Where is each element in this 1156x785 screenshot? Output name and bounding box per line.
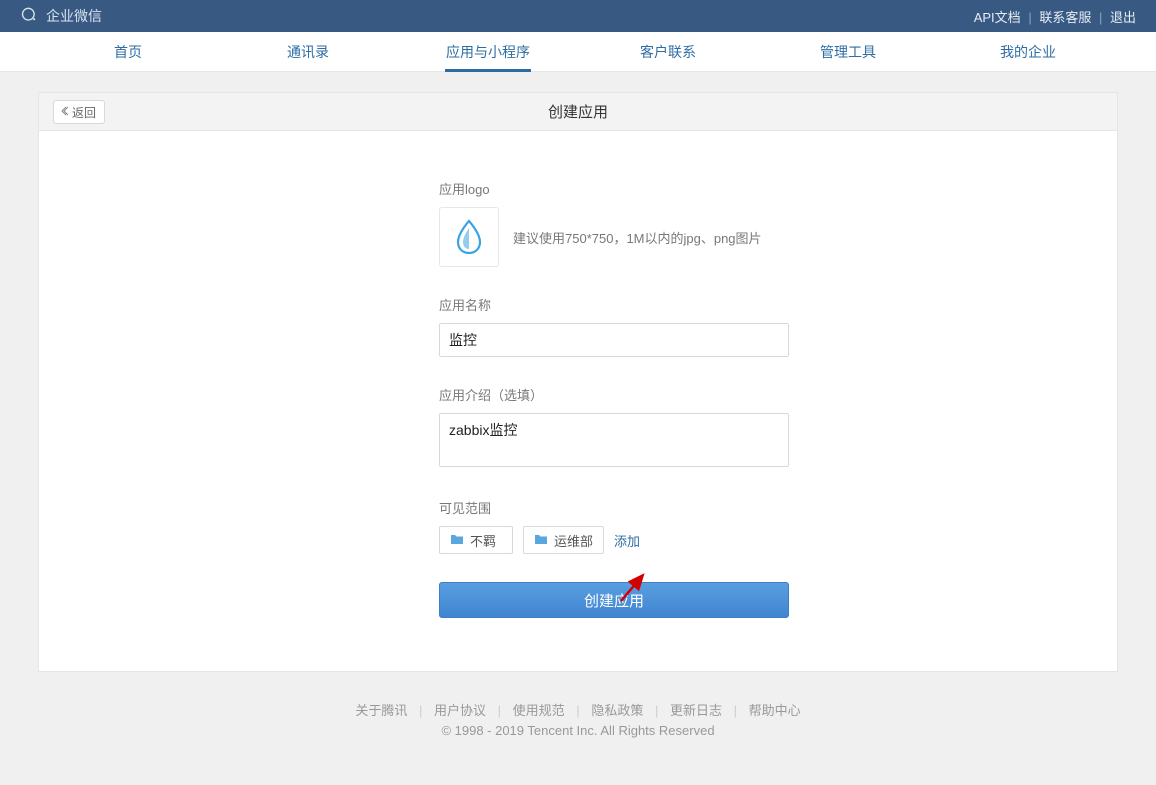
footer-links: 关于腾讯 | 用户协议 | 使用规范 | 隐私政策 | 更新日志 | 帮助中心: [38, 700, 1118, 719]
field-app-name: 应用名称: [439, 295, 789, 357]
folder-icon: [450, 533, 464, 548]
tab-home[interactable]: 首页: [38, 32, 218, 71]
chevron-left-icon: [60, 105, 70, 119]
footer-link-agreement[interactable]: 用户协议: [434, 703, 486, 718]
brand-name: 企业微信: [46, 6, 102, 26]
tab-admin[interactable]: 管理工具: [758, 32, 938, 71]
scope-item-0[interactable]: 不羁: [439, 526, 513, 554]
brand-logo-icon: [20, 5, 40, 28]
page-wrap: 返回 创建应用 应用logo 建议使用750*750，1M以内的: [38, 92, 1118, 768]
back-button[interactable]: 返回: [53, 100, 105, 124]
separator: |: [498, 703, 501, 718]
field-scope: 可见范围 不羁 运维部 添加: [439, 498, 789, 554]
tab-apps[interactable]: 应用与小程序: [398, 32, 578, 71]
footer-link-about[interactable]: 关于腾讯: [355, 703, 407, 718]
separator: |: [576, 703, 579, 718]
create-app-button[interactable]: 创建应用: [439, 582, 789, 618]
form-card: 应用logo 建议使用750*750，1M以内的jpg、png图片 应用名: [38, 130, 1118, 672]
scope-item-label: 运维部: [554, 531, 593, 550]
folder-icon: [534, 533, 548, 548]
app-name-label: 应用名称: [439, 295, 789, 314]
brand: 企业微信: [20, 5, 102, 28]
footer-copyright: © 1998 - 2019 Tencent Inc. All Rights Re…: [38, 723, 1118, 738]
app-logo-label: 应用logo: [439, 179, 789, 198]
page-title: 创建应用: [548, 101, 608, 122]
page-footer: 关于腾讯 | 用户协议 | 使用规范 | 隐私政策 | 更新日志 | 帮助中心 …: [38, 700, 1118, 768]
tab-mycompany[interactable]: 我的企业: [938, 32, 1118, 71]
footer-link-usage[interactable]: 使用规范: [513, 703, 565, 718]
app-logo-upload[interactable]: [439, 207, 499, 267]
top-links: API文档 | 联系客服 | 退出: [974, 7, 1136, 26]
drop-icon: [454, 218, 484, 257]
app-desc-label: 应用介绍（选填）: [439, 385, 789, 404]
footer-link-privacy[interactable]: 隐私政策: [591, 703, 643, 718]
separator: |: [655, 703, 658, 718]
separator: |: [419, 703, 422, 718]
app-name-input[interactable]: [439, 323, 789, 357]
top-bar: 企业微信 API文档 | 联系客服 | 退出: [0, 0, 1156, 32]
field-app-logo: 应用logo 建议使用750*750，1M以内的jpg、png图片: [439, 179, 789, 267]
title-row: 返回 创建应用: [38, 92, 1118, 130]
logout-link[interactable]: 退出: [1110, 10, 1136, 25]
tab-customer[interactable]: 客户联系: [578, 32, 758, 71]
app-desc-textarea[interactable]: zabbix监控: [439, 413, 789, 467]
main-tabs: 首页 通讯录 应用与小程序 客户联系 管理工具 我的企业: [0, 32, 1156, 72]
separator: |: [734, 703, 737, 718]
contact-support-link[interactable]: 联系客服: [1039, 10, 1091, 25]
add-scope-link[interactable]: 添加: [614, 531, 640, 550]
tab-contacts[interactable]: 通讯录: [218, 32, 398, 71]
app-logo-hint: 建议使用750*750，1M以内的jpg、png图片: [513, 228, 762, 247]
create-app-form: 应用logo 建议使用750*750，1M以内的jpg、png图片 应用名: [439, 179, 789, 618]
back-label: 返回: [72, 104, 96, 121]
api-doc-link[interactable]: API文档: [974, 10, 1021, 25]
separator: |: [1028, 10, 1031, 25]
footer-link-help[interactable]: 帮助中心: [749, 703, 801, 718]
scope-label: 可见范围: [439, 498, 789, 517]
scope-item-1[interactable]: 运维部: [523, 526, 604, 554]
scope-item-label: 不羁: [470, 531, 496, 550]
field-app-desc: 应用介绍（选填） zabbix监控: [439, 385, 789, 470]
footer-link-changelog[interactable]: 更新日志: [670, 703, 722, 718]
separator: |: [1099, 10, 1102, 25]
